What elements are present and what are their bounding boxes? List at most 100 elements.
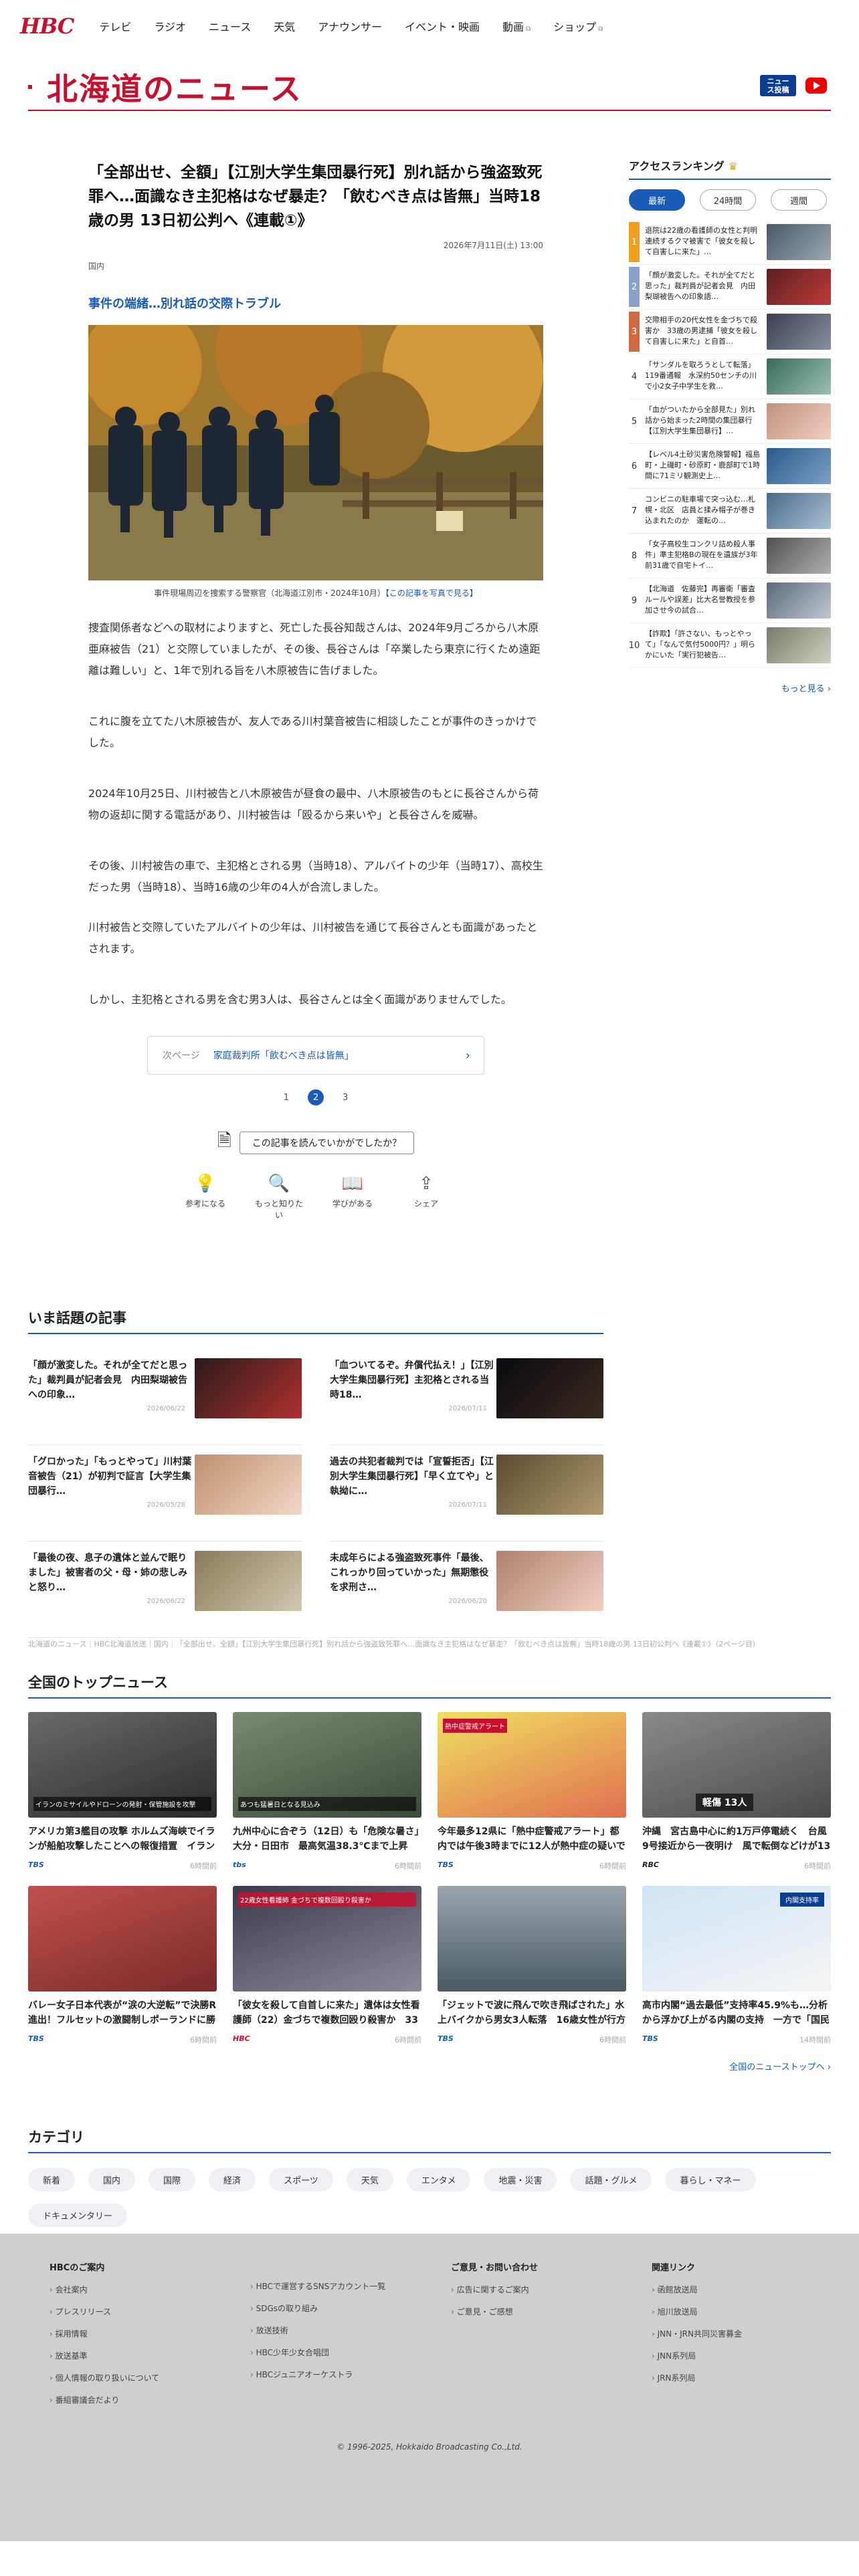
nav-video[interactable]: 動画 ⧉ bbox=[502, 18, 531, 34]
national-top-news: 全国のトップニュース イランのミサイルやドローンの発射・保管施設を攻撃 アメリカ第… bbox=[28, 1672, 831, 2072]
ranking-item[interactable]: 6 【レベル4土砂災害危険警報】福島町・上磯町・砂原町・鹿部町で1時間に71ミリ観… bbox=[629, 444, 831, 489]
trending-item[interactable]: 「最後の夜、息子の遺体と並んで眠りました」被害者の父・母・姉の悲しみと怒り… 20… bbox=[28, 1541, 302, 1638]
nav-event-movie[interactable]: イベント・映画 bbox=[405, 18, 480, 34]
share-button[interactable]: ⇪ シェア bbox=[402, 1174, 450, 1220]
ranking-thumbnail bbox=[767, 224, 831, 260]
ranking-heading: アクセスランキング ♛ bbox=[629, 157, 831, 180]
trending-title: 過去の共犯者裁判では「宣誓拒否」【江別大学生集団暴行死】「早く立てや」と執拗に… bbox=[330, 1457, 494, 1497]
trending-title: 「グロかった」「もっとやって」川村葉音被告（21）が初判で証言【大学生集団暴行… bbox=[28, 1457, 192, 1497]
rank-number: 6 bbox=[631, 461, 638, 471]
footer-link[interactable]: 放送基準 bbox=[50, 2350, 250, 2361]
nav-shop[interactable]: ショップ ⧉ bbox=[553, 18, 603, 34]
next-page-link[interactable]: 次ページ 家庭裁判所「飲むべき点は皆無」 › bbox=[147, 1036, 484, 1075]
news-title: 沖縄 宮古島中心に約1万戸停電続く 台風9号接近から一夜明け 風で転倒などけが1… bbox=[642, 1826, 831, 1852]
footer-link[interactable]: 番組審議会だより bbox=[50, 2394, 250, 2405]
news-card[interactable]: 軽傷 13人 沖縄 宮古島中心に約1万戸停電続く 台風9号接近から一夜明け 風で転… bbox=[642, 1712, 831, 1871]
news-card[interactable]: あつも猛暑日となる見込み 九州中心に合ぞう（12日）も「危険な暑さ」大分・日田市 … bbox=[233, 1712, 421, 1871]
tab-weekly[interactable]: 週間 bbox=[771, 189, 827, 211]
nav-weather[interactable]: 天気 bbox=[274, 18, 295, 34]
article-photo[interactable] bbox=[88, 325, 543, 580]
nav-tv[interactable]: テレビ bbox=[99, 18, 131, 34]
footer-link[interactable]: プレスリリース bbox=[50, 2306, 250, 2317]
page-2-current[interactable]: 2 bbox=[308, 1089, 324, 1105]
tab-24h[interactable]: 24時間 bbox=[700, 189, 756, 211]
tab-latest[interactable]: 最新 bbox=[629, 189, 685, 211]
category-weather[interactable]: 天気 bbox=[346, 2168, 393, 2191]
ranking-item[interactable]: 1 退院は22歳の看護師の女性と判明 連続するクマ被害で「彼女を殺して自害しに来た… bbox=[629, 220, 831, 265]
trending-item[interactable]: 過去の共犯者裁判では「宣誓拒否」【江別大学生集団暴行死】「早く立てや」と執拗に…… bbox=[330, 1445, 603, 1541]
category-documentary[interactable]: ドキュメンタリー bbox=[28, 2204, 128, 2227]
category-economy[interactable]: 経済 bbox=[209, 2168, 256, 2191]
ranking-item[interactable]: 3 交際相手の20代女性を金づちで殺害か 33歳の男逮捕「彼女を殺して自害しに来た… bbox=[629, 310, 831, 354]
article-date: 2026年7月11日(土) 13:00 bbox=[443, 241, 543, 250]
hbc-logo[interactable]: HBC bbox=[20, 13, 74, 39]
footer-link[interactable]: SDGsの取り組み bbox=[250, 2302, 451, 2314]
footer-col-links: 関連リンク 函館放送局 旭川放送局 JNN・JRN共同災害募金 JNN系列局 J… bbox=[652, 2260, 852, 2416]
trending-date: 2026/07/11 bbox=[448, 1405, 487, 1412]
trending-item[interactable]: 「血ついてるぞ。弁償代払え！」【江別大学生集団暴行死】主犯格とされる当時18… 2… bbox=[330, 1349, 603, 1445]
footer-link[interactable]: 函館放送局 bbox=[652, 2284, 852, 2295]
news-card[interactable]: イランのミサイルやドローンの発射・保管施設を攻撃 アメリカ第3艦目の攻撃 ホルムズ… bbox=[28, 1712, 217, 1871]
news-time: 6時間前 bbox=[804, 1862, 831, 1870]
trending-item[interactable]: 「顔が激変した。それが全てだと思った」裁判員が記者会見 内田梨瑚被告への印象… 2… bbox=[28, 1349, 302, 1445]
ranking-item[interactable]: 2 「顔が激変した。それが全てだと思った」裁判員が記者会見 内田梨瑚被告への印象語… bbox=[629, 265, 831, 310]
category-entertainment[interactable]: エンタメ bbox=[406, 2168, 471, 2191]
youtube-icon[interactable] bbox=[805, 78, 827, 94]
category-new[interactable]: 新着 bbox=[28, 2168, 76, 2191]
footer-link[interactable]: 放送技術 bbox=[250, 2325, 451, 2336]
news-card[interactable]: 内閣支持率 高市内閣“過去最低”支持率45.9%も…分析から浮かび上がる内閣の支持… bbox=[642, 1886, 831, 2045]
trending-item[interactable]: 「グロかった」「もっとやって」川村葉音被告（21）が初判で証言【大学生集団暴行…… bbox=[28, 1445, 302, 1541]
category-disaster[interactable]: 地震・災害 bbox=[484, 2168, 557, 2191]
news-title: 「彼女を殺して自首しに来た」遺体は女性看護師（22）金づちで複数回殴り殺害か 3… bbox=[233, 2000, 420, 2026]
want-to-know-more-button[interactable]: 🔍 もっと知りたい bbox=[255, 1174, 303, 1220]
breadcrumb[interactable]: 北海道のニュース｜HBC北海道放送｜国内｜「全部出せ、全額」【江別大学生集団暴行… bbox=[28, 1638, 831, 1649]
ranking-item[interactable]: 5 「血がついたから全部見た」別れ話から始まった2時間の集団暴行【江別大学生集団暴… bbox=[629, 399, 831, 444]
ranking-item[interactable]: 8 「女子高校生コンクリ詰め殺人事件」準主犯格Bの現在を遺族が3年前31歳で自宅ト… bbox=[629, 534, 831, 578]
nav-radio[interactable]: ラジオ bbox=[154, 18, 186, 34]
ranking-item[interactable]: 9 【北海道 佐藤完】再審衛「審査ルールや誤差」比大名誉教授を参加させ今の試合… bbox=[629, 578, 831, 623]
footer-link[interactable]: 旭川放送局 bbox=[652, 2306, 852, 2317]
pagination: 1 2 3 bbox=[88, 1089, 543, 1105]
external-link-icon: ⧉ bbox=[598, 25, 603, 33]
national-more-link[interactable]: 全国のニューストップへ › bbox=[28, 2060, 831, 2072]
footer-link[interactable]: JNN系列局 bbox=[652, 2350, 852, 2361]
photo-gallery-link[interactable]: 【この記事を写真で見る】 bbox=[385, 588, 478, 598]
helpful-button[interactable]: 💡 参考になる bbox=[181, 1174, 229, 1220]
category-domestic[interactable]: 国内 bbox=[88, 2168, 136, 2191]
ranking-item[interactable]: 7 コンビニの駐車場で突っ込む…札幌・北区 店員と揉み帽子が巻き込まれたのか 運転… bbox=[629, 489, 831, 534]
footer-link[interactable]: HBC少年少女合唱団 bbox=[250, 2347, 451, 2358]
news-card[interactable]: 「ジェットで波に飛んで吹き飛ばされた」水上バイクから男女3人転落 16歳女性が行… bbox=[438, 1886, 626, 2045]
ranking-thumbnail bbox=[767, 582, 831, 619]
brand-title[interactable]: 北海道のニュース bbox=[47, 65, 302, 109]
nav-news[interactable]: ニュース bbox=[209, 18, 251, 34]
news-post-button[interactable]: ニュース投稿 bbox=[760, 75, 796, 96]
trending-date: 2026/05/28 bbox=[147, 1501, 185, 1509]
article-category[interactable]: 国内 bbox=[88, 260, 543, 272]
category-sports[interactable]: スポーツ bbox=[269, 2168, 333, 2191]
ranking-item[interactable]: 10 【詐欺】「許さない、もっとやって」「なんで気付5000円？」明らかにいた「実… bbox=[629, 623, 831, 668]
ranking-item[interactable]: 4 「サンダルを取ろうとして転落」119番通報 水深約50センチの川で小2女子中学… bbox=[629, 354, 831, 399]
ranking-more-link[interactable]: もっと見る › bbox=[629, 681, 831, 694]
category-international[interactable]: 国際 bbox=[149, 2168, 196, 2191]
footer-link[interactable]: HBCジュニアオーケストラ bbox=[250, 2369, 451, 2380]
ranking-thumbnail bbox=[767, 314, 831, 350]
footer-link[interactable]: JRN系列局 bbox=[652, 2372, 852, 2383]
footer-link[interactable]: 採用情報 bbox=[50, 2328, 250, 2339]
footer-link[interactable]: JNN・JRN共同災害募金 bbox=[652, 2328, 852, 2339]
learned-button[interactable]: 📖 学びがある bbox=[328, 1174, 377, 1220]
footer-link[interactable]: HBCで運営するSNSアカウント一覧 bbox=[250, 2280, 451, 2292]
category-life-money[interactable]: 暮らし・マネー bbox=[665, 2168, 756, 2191]
footer-link[interactable]: 個人情報の取り扱いについて bbox=[50, 2372, 250, 2383]
page-3[interactable]: 3 bbox=[343, 1093, 348, 1103]
nav-announcer[interactable]: アナウンサー bbox=[318, 18, 382, 34]
category-gourmet[interactable]: 話題・グルメ bbox=[570, 2168, 652, 2191]
news-card[interactable]: バレー女子日本代表が“涙の大逆転”で決勝R進出！フルセットの激闘制しポーランドに… bbox=[28, 1886, 217, 2045]
news-card[interactable]: 22歳女性看護師 金づちで複数回殴り殺害か 「彼女を殺して自首しに来た」遺体は女性… bbox=[233, 1886, 421, 2045]
news-card[interactable]: 熱中症警戒アラート 今年最多12県に「熱中症警戒アラート」都内では午後3時までに1… bbox=[438, 1712, 626, 1871]
footer-link[interactable]: ご意見・ご感想 bbox=[451, 2306, 652, 2317]
page-1[interactable]: 1 bbox=[284, 1093, 289, 1103]
feedback: 🗎 この記事を読んでいかがでしたか？ bbox=[88, 1128, 543, 1158]
footer-link[interactable]: 会社案内 bbox=[50, 2284, 250, 2295]
trending-item[interactable]: 未成年らによる強盗致死事件「最後、これっかり回っていかった」無期懲役を求刑さ… 2… bbox=[330, 1541, 603, 1638]
footer-link[interactable]: 広告に関するご案内 bbox=[451, 2284, 652, 2295]
